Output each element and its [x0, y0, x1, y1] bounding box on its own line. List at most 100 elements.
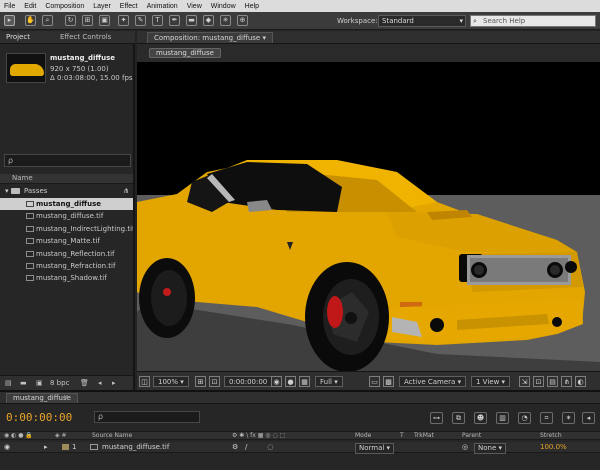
source-name-header[interactable]: Source Name: [92, 432, 132, 440]
new-composition-icon[interactable]: ▣: [36, 379, 43, 387]
interpret-footage-icon[interactable]: ▤: [5, 379, 12, 387]
camera-view-select[interactable]: Active Camera ▾: [399, 376, 467, 387]
tab-effect-controls[interactable]: Effect Controls: [60, 33, 111, 41]
toggle-pixel-aspect-icon[interactable]: ⇲: [519, 376, 530, 387]
fast-previews-icon[interactable]: ⊡: [533, 376, 544, 387]
new-folder-icon[interactable]: ▬: [20, 379, 27, 387]
layer-mode-select[interactable]: Normal ▾: [355, 443, 395, 454]
selection-tool-icon[interactable]: ▸: [4, 15, 15, 26]
close-icon[interactable]: ×: [63, 393, 69, 401]
layer-switches-icon[interactable]: ⚙ / ◌: [232, 443, 273, 452]
workspace-label: Workspace:: [337, 17, 378, 25]
bit-depth-button[interactable]: 8 bpc: [50, 379, 69, 387]
menu-edit[interactable]: Edit: [24, 3, 36, 10]
tab-project[interactable]: Project: [6, 33, 30, 41]
shy-layers-icon[interactable]: ☻: [474, 412, 487, 424]
timeline-icon[interactable]: ▤: [547, 376, 558, 387]
menu-help[interactable]: Help: [245, 3, 259, 10]
transparency-grid-icon[interactable]: ▦: [299, 376, 310, 387]
zoom-tool-icon[interactable]: ⌕: [42, 15, 53, 26]
roto-brush-tool-icon[interactable]: ✳: [220, 15, 231, 26]
brush-tool-icon[interactable]: ✒: [169, 15, 180, 26]
t-header[interactable]: T: [400, 432, 404, 440]
hand-tool-icon[interactable]: ✋: [25, 15, 36, 26]
magnification-select[interactable]: 100% ▾: [153, 376, 189, 387]
flowchart-icon[interactable]: ⋔: [123, 186, 129, 196]
motion-blur-icon[interactable]: ◔: [518, 412, 531, 424]
list-item[interactable]: mustang_Matte.tif: [0, 235, 133, 247]
list-item[interactable]: mustang_Refraction.tif: [0, 260, 133, 272]
list-item[interactable]: mustang_Shadow.tif: [0, 272, 133, 284]
resolution-select[interactable]: Full ▾: [315, 376, 343, 387]
parent-pickwhip-icon[interactable]: ◎: [462, 443, 468, 452]
brainstorm-icon[interactable]: ✶: [562, 412, 575, 424]
scroll-left-icon[interactable]: ◂: [98, 379, 102, 387]
scroll-right-icon[interactable]: ▸: [112, 379, 116, 387]
snapshot-icon[interactable]: ◉: [271, 376, 282, 387]
comp-mini-flowchart-icon[interactable]: ⊶: [430, 412, 443, 424]
flowchart-icon[interactable]: ⋔: [561, 376, 572, 387]
draft-3d-icon[interactable]: ⧉: [452, 412, 465, 424]
menu-effect[interactable]: Effect: [120, 3, 138, 10]
region-of-interest-icon[interactable]: ▭: [369, 376, 380, 387]
frame-blending-icon[interactable]: ▥: [496, 412, 509, 424]
exposure-icon[interactable]: ◐: [575, 376, 586, 387]
timeline-scroll-icon[interactable]: ◂: [582, 412, 595, 424]
label-color-swatch[interactable]: [62, 444, 69, 450]
footage-icon: [26, 262, 34, 269]
pen-tool-icon[interactable]: ✎: [135, 15, 146, 26]
switches-icon[interactable]: ⚙ ✱ \ fx ▦ ◎ ◌ ⬚: [232, 432, 285, 440]
menu-composition[interactable]: Composition: [45, 3, 84, 10]
show-channel-icon[interactable]: ●: [285, 376, 296, 387]
table-row[interactable]: ◉ ▸ 1 mustang_diffuse.tif ⚙ / ◌ Normal ▾…: [0, 442, 600, 454]
list-item[interactable]: mustang_IndirectLighting.tif: [0, 223, 133, 235]
list-item[interactable]: mustang_Reflection.tif: [0, 248, 133, 260]
pan-behind-tool-icon[interactable]: ▣: [99, 15, 110, 26]
mode-header[interactable]: Mode: [355, 432, 371, 440]
av-features-icon[interactable]: ◉ ◐ ● 🔒: [4, 432, 33, 440]
stretch-header[interactable]: Stretch: [540, 432, 562, 440]
timeline-current-time[interactable]: 0:00:00:00: [6, 411, 72, 424]
view-layout-select[interactable]: 1 View ▾: [471, 376, 511, 387]
trkmat-header[interactable]: TrkMat: [414, 432, 434, 440]
safe-zones-icon[interactable]: ⊞: [195, 376, 206, 387]
disclosure-triangle-icon[interactable]: ▾: [5, 187, 9, 195]
menu-file[interactable]: File: [4, 3, 15, 10]
parent-header[interactable]: Parent: [462, 432, 481, 440]
current-time-field[interactable]: 0:00:00:00: [224, 376, 273, 387]
eraser-tool-icon[interactable]: ◆: [203, 15, 214, 26]
passes-folder[interactable]: ▾ Passes ⋔: [0, 186, 133, 196]
list-item[interactable]: mustang_diffuse.tif: [0, 210, 133, 222]
project-search-input[interactable]: ρ: [4, 154, 131, 167]
search-help-input[interactable]: ⌕ Search Help: [470, 15, 596, 27]
layer-source-name[interactable]: mustang_diffuse.tif: [102, 443, 169, 452]
camera-tool-icon[interactable]: ⊞: [82, 15, 93, 26]
puppet-tool-icon[interactable]: ⊕: [237, 15, 248, 26]
visibility-eye-icon[interactable]: ◉: [4, 443, 10, 452]
clone-stamp-tool-icon[interactable]: ▬: [186, 15, 197, 26]
shape-tool-icon[interactable]: ✦: [118, 15, 129, 26]
timeline-search-input[interactable]: ρ: [94, 411, 200, 423]
menu-layer[interactable]: Layer: [93, 3, 111, 10]
composition-viewer[interactable]: [137, 62, 600, 371]
toggle-transparency-icon[interactable]: ▩: [383, 376, 394, 387]
layer-stretch-value[interactable]: 100.0%: [540, 443, 567, 452]
list-item[interactable]: mustang_diffuse: [0, 198, 133, 211]
grid-icon[interactable]: ⊡: [209, 376, 220, 387]
type-tool-icon[interactable]: T: [152, 15, 163, 26]
rotate-tool-icon[interactable]: ↻: [65, 15, 76, 26]
trash-icon[interactable]: 🗑: [80, 379, 89, 387]
menu-window[interactable]: Window: [211, 3, 236, 10]
folder-label: Passes: [23, 187, 48, 195]
menu-view[interactable]: View: [187, 3, 202, 10]
graph-editor-icon[interactable]: ⌗: [540, 412, 553, 424]
menu-animation[interactable]: Animation: [147, 3, 178, 10]
workspace-select[interactable]: Standard ▾: [378, 15, 466, 27]
label-column-icon[interactable]: ◈ #: [55, 432, 67, 440]
tab-composition[interactable]: Composition: mustang_diffuse ▾: [147, 32, 273, 43]
always-preview-icon[interactable]: ◫: [139, 376, 150, 387]
layer-parent-select[interactable]: None ▾: [474, 443, 507, 454]
disclosure-triangle-icon[interactable]: ▸: [44, 443, 48, 452]
name-column-header[interactable]: Name: [0, 174, 133, 184]
composition-breadcrumb[interactable]: mustang_diffuse: [149, 48, 221, 58]
